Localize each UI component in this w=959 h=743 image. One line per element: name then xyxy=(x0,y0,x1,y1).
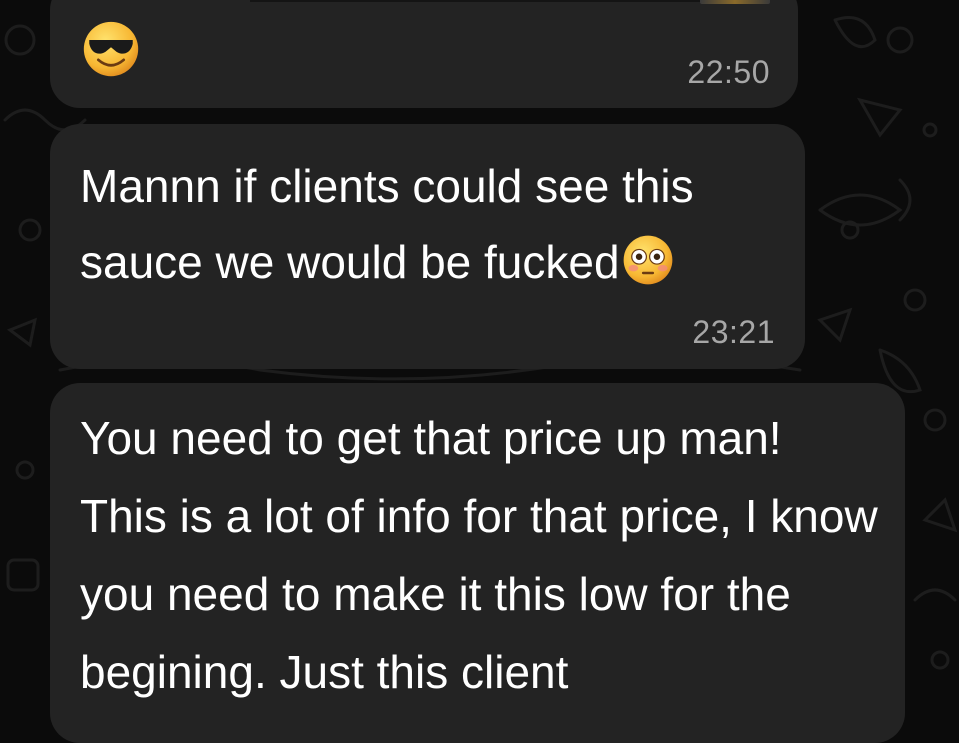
message-timestamp: 23:21 xyxy=(692,314,775,350)
image-preview-edge xyxy=(700,0,770,4)
smiling-face-with-sunglasses-icon xyxy=(83,21,139,77)
message-bubble[interactable]: 22:50 xyxy=(50,0,798,108)
chat-message-list[interactable]: 22:50 Mannn if clients could see this sa… xyxy=(0,0,959,743)
message-text: You need to get that price up man! This … xyxy=(80,412,878,698)
message-timestamp: 22:50 xyxy=(687,54,770,90)
message-text: Mannn if clients could see this sauce we… xyxy=(80,160,694,288)
image-edge xyxy=(250,0,700,2)
message-bubble[interactable]: Mannn if clients could see this sauce we… xyxy=(50,124,805,369)
flushed-face-icon xyxy=(623,235,672,285)
message-bubble[interactable]: You need to get that price up man! This … xyxy=(50,383,905,743)
